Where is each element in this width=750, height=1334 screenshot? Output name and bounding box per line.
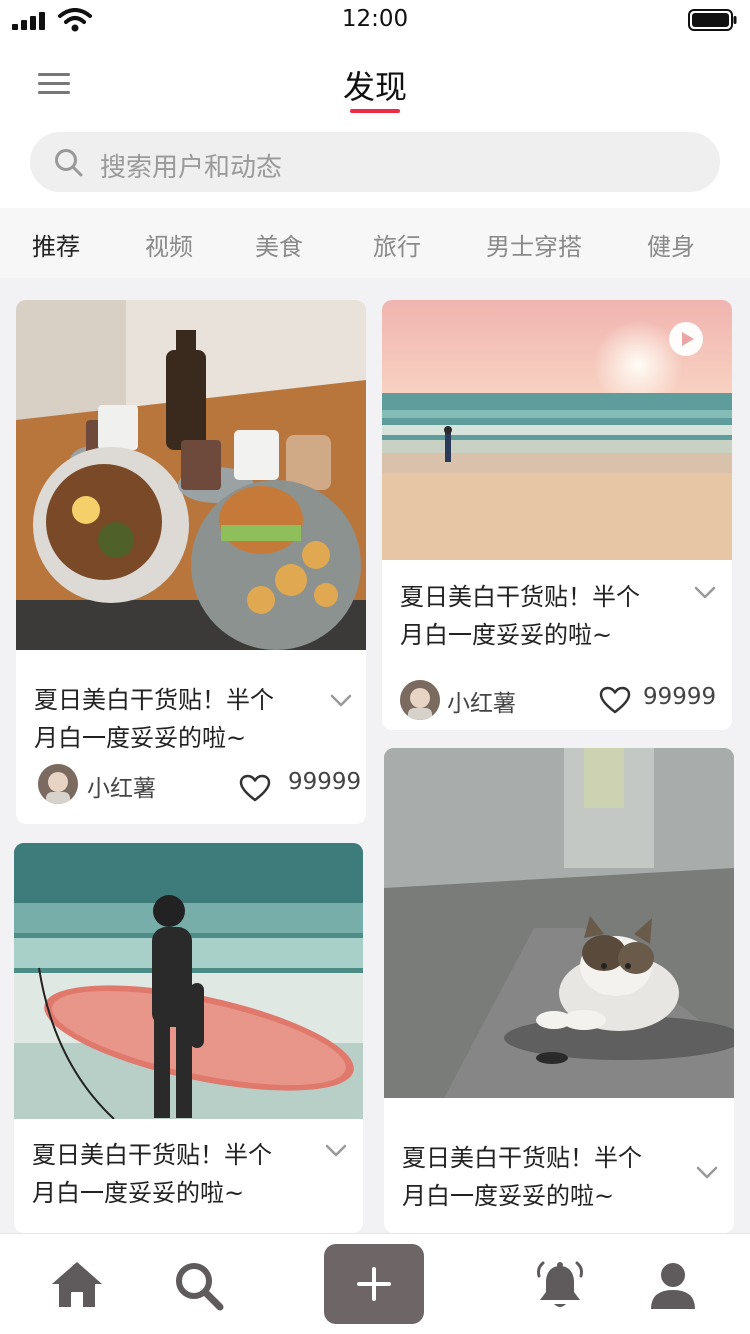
search-placeholder: 搜索用户和动态 <box>100 153 283 183</box>
chevron-down-icon[interactable] <box>694 586 716 600</box>
like-count: 99999 <box>288 769 362 795</box>
tab-mens-fashion[interactable]: 男士穿搭 <box>486 227 582 262</box>
card-title-line: 夏日美白干货贴！半个 <box>32 1141 272 1169</box>
card-title[interactable]: 夏日美白干货贴！半个 月白一度妥妥的啦~ <box>402 1139 642 1215</box>
profile-icon[interactable] <box>650 1262 696 1310</box>
title-underline <box>350 109 400 113</box>
tab-video[interactable]: 视频 <box>145 227 193 262</box>
search-input[interactable]: 搜索用户和动态 <box>30 132 720 192</box>
add-button[interactable] <box>324 1244 424 1324</box>
bell-icon[interactable] <box>533 1260 587 1312</box>
card-title-line: 月白一度妥妥的啦~ <box>402 1182 615 1210</box>
status-bar: 12:00 <box>0 0 750 40</box>
heart-icon[interactable] <box>239 774 271 802</box>
feed-card[interactable]: 夏日美白干货贴！半个 月白一度妥妥的啦~ 小红薯 99999 <box>382 300 732 730</box>
chevron-down-icon[interactable] <box>330 694 352 708</box>
page-title: 发现 <box>342 68 407 106</box>
tab-food[interactable]: 美食 <box>255 227 303 262</box>
feed-card[interactable]: 夏日美白干货贴！半个 月白一度妥妥的啦~ <box>384 748 734 1233</box>
card-title-line: 月白一度妥妥的啦~ <box>34 724 247 752</box>
tab-fitness[interactable]: 健身 <box>647 227 695 262</box>
card-title[interactable]: 夏日美白干货贴！半个 月白一度妥妥的啦~ <box>34 681 274 757</box>
card-title-line: 夏日美白干货贴！半个 <box>400 583 640 611</box>
tab-travel[interactable]: 旅行 <box>373 227 421 262</box>
username[interactable]: 小红薯 <box>447 684 516 718</box>
feed-card[interactable]: 夏日美白干货贴！半个 月白一度妥妥的啦~ 小红薯 99999 <box>16 300 366 824</box>
search-icon[interactable] <box>173 1260 225 1312</box>
avatar[interactable] <box>38 764 78 804</box>
card-image[interactable] <box>14 843 363 1119</box>
card-title[interactable]: 夏日美白干货贴！半个 月白一度妥妥的啦~ <box>400 578 640 654</box>
card-title-line: 月白一度妥妥的啦~ <box>400 621 613 649</box>
chevron-down-icon[interactable] <box>325 1144 347 1158</box>
category-tabs: 推荐 视频 美食 旅行 男士穿搭 健身 <box>0 208 750 278</box>
card-title-line: 夏日美白干货贴！半个 <box>402 1144 642 1172</box>
feed-card[interactable]: 夏日美白干货贴！半个 月白一度妥妥的啦~ <box>14 843 363 1233</box>
home-icon[interactable] <box>50 1260 104 1308</box>
status-time: 12:00 <box>341 6 409 32</box>
avatar[interactable] <box>400 680 440 720</box>
card-title-line: 夏日美白干货贴！半个 <box>34 686 274 714</box>
card-image[interactable] <box>384 748 734 1098</box>
like-count: 99999 <box>643 684 717 710</box>
tab-recommend[interactable]: 推荐 <box>32 227 80 262</box>
header: 发现 搜索用户和动态 <box>0 40 750 208</box>
card-image[interactable] <box>16 300 366 650</box>
card-title[interactable]: 夏日美白干货贴！半个 月白一度妥妥的啦~ <box>32 1136 272 1212</box>
chevron-down-icon[interactable] <box>696 1166 718 1180</box>
search-icon <box>55 149 83 177</box>
play-icon[interactable] <box>669 322 703 356</box>
heart-icon[interactable] <box>599 686 631 714</box>
username[interactable]: 小红薯 <box>87 769 156 803</box>
battery-icon <box>688 9 737 31</box>
bottom-nav <box>0 1233 750 1334</box>
card-title-line: 月白一度妥妥的啦~ <box>32 1179 245 1207</box>
